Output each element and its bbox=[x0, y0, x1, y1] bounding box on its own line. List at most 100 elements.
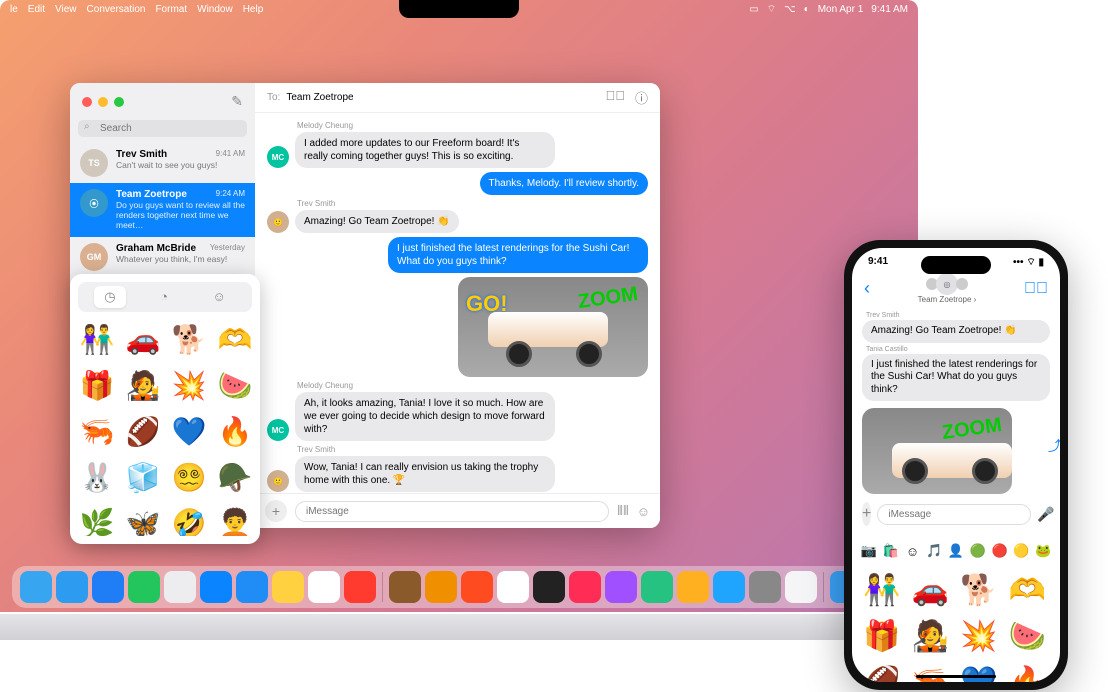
message-input[interactable] bbox=[295, 501, 609, 522]
ios-messages[interactable]: Trev SmithAmazing! Go Team Zoetrope! 👏Ta… bbox=[852, 308, 1060, 406]
menu-item[interactable]: Edit bbox=[28, 4, 45, 15]
mic-icon[interactable]: 🎤 bbox=[1037, 506, 1054, 523]
dock-app[interactable] bbox=[497, 571, 529, 603]
sticker-item[interactable]: 🔥 bbox=[1008, 662, 1048, 682]
sticker-item[interactable]: 💥 bbox=[170, 366, 208, 404]
sticker-item[interactable]: 🤣 bbox=[170, 504, 208, 536]
message-bubble[interactable]: Ah, it looks amazing, Tania! I love it s… bbox=[295, 392, 555, 441]
sticker-item[interactable]: 🧑‍🎤 bbox=[124, 366, 162, 404]
dock-app[interactable] bbox=[713, 571, 745, 603]
sticker-item[interactable]: 🧑‍🎤 bbox=[911, 616, 951, 656]
sticker-item[interactable]: 🚗 bbox=[124, 320, 162, 358]
sticker-item[interactable]: 🔥 bbox=[216, 412, 252, 450]
minimize-button[interactable] bbox=[98, 97, 108, 107]
menu-item[interactable]: Help bbox=[243, 4, 264, 15]
app-icon[interactable]: 🐸 bbox=[1032, 540, 1054, 562]
message-bubble[interactable]: I just finished the latest renderings fo… bbox=[862, 354, 1050, 402]
dock-app[interactable] bbox=[56, 571, 88, 603]
menu-item[interactable]: Conversation bbox=[87, 4, 146, 15]
sticker-item[interactable]: 🏈 bbox=[862, 662, 902, 682]
apps-button[interactable]: + bbox=[265, 500, 287, 522]
app-icon[interactable]: 📷 bbox=[858, 540, 880, 562]
conversation-item[interactable]: GM Graham McBrideYesterday Whatever you … bbox=[70, 237, 255, 277]
sticker-item[interactable]: 🎁 bbox=[78, 366, 116, 404]
dock-app[interactable] bbox=[272, 571, 304, 603]
sticker-item[interactable]: 🫶 bbox=[1008, 570, 1048, 610]
home-indicator[interactable] bbox=[916, 675, 996, 678]
sticker-item[interactable]: 🐕 bbox=[959, 570, 999, 610]
dock-app[interactable] bbox=[677, 571, 709, 603]
dock-app[interactable] bbox=[785, 571, 817, 603]
dock-app[interactable] bbox=[461, 571, 493, 603]
apps-button[interactable]: + bbox=[862, 502, 871, 526]
sticker-item[interactable]: 🎁 bbox=[862, 616, 902, 656]
sticker-item[interactable]: 🌿 bbox=[78, 504, 116, 536]
app-icon[interactable]: 🟢 bbox=[967, 540, 989, 562]
sticker-item[interactable]: 💥 bbox=[959, 616, 999, 656]
sticker-item[interactable]: 🐰 bbox=[78, 458, 116, 496]
menubar-time[interactable]: 9:41 AM bbox=[871, 4, 908, 15]
back-button[interactable]: ‹ bbox=[864, 278, 870, 299]
wifi-icon[interactable]: ⌔ bbox=[767, 3, 776, 16]
info-icon[interactable]: ⓘ bbox=[635, 88, 648, 107]
message-bubble[interactable]: Thanks, Melody. I'll review shortly. bbox=[480, 172, 648, 195]
ios-message-input[interactable] bbox=[877, 504, 1031, 525]
search-input[interactable] bbox=[78, 120, 247, 137]
image-attachment[interactable]: GO!ZOOM bbox=[458, 277, 648, 377]
menu-item[interactable]: Window bbox=[197, 4, 233, 15]
messages-scroll[interactable]: Melody CheungMCI added more updates to o… bbox=[255, 113, 660, 493]
dock-app[interactable] bbox=[749, 571, 781, 603]
dock-app[interactable] bbox=[605, 571, 637, 603]
dock-app[interactable] bbox=[389, 571, 421, 603]
message-bubble[interactable]: Amazing! Go Team Zoetrope! 👏 bbox=[295, 210, 459, 233]
dock-app[interactable] bbox=[425, 571, 457, 603]
control-center-icon[interactable]: ⌥ bbox=[784, 4, 796, 15]
app-icon[interactable]: 🔴 bbox=[989, 540, 1011, 562]
dock-app[interactable] bbox=[164, 571, 196, 603]
app-icon[interactable]: 👤 bbox=[945, 540, 967, 562]
conversation-item[interactable]: ⦿ Team Zoetrope9:24 AM Do you guys want … bbox=[70, 183, 255, 237]
dock-app[interactable] bbox=[236, 571, 268, 603]
sticker-item[interactable]: 😵‍💫 bbox=[170, 458, 208, 496]
sticker-item[interactable]: 🧑‍🦱 bbox=[216, 504, 252, 536]
sticker-item[interactable]: 🧊 bbox=[124, 458, 162, 496]
group-header[interactable]: ◎ Team Zoetrope › bbox=[918, 273, 977, 304]
menubar-date[interactable]: Mon Apr 1 bbox=[818, 4, 864, 15]
tab-recents[interactable]: ◷ bbox=[94, 286, 125, 308]
facetime-icon[interactable]: ▭⃞ bbox=[605, 88, 625, 107]
battery-icon[interactable]: ▭ bbox=[749, 4, 758, 15]
menu-item[interactable]: Format bbox=[155, 4, 187, 15]
sticker-item[interactable]: 👫 bbox=[78, 320, 116, 358]
facetime-icon[interactable]: ▭⃞ bbox=[1024, 280, 1048, 298]
image-attachment[interactable]: ZOOM bbox=[862, 408, 1012, 494]
sticker-item[interactable]: 🪖 bbox=[216, 458, 252, 496]
dock-app[interactable] bbox=[92, 571, 124, 603]
app-icon[interactable]: 🛍️ bbox=[880, 540, 902, 562]
compose-icon[interactable]: ✎ bbox=[231, 93, 243, 110]
dock-app[interactable] bbox=[641, 571, 673, 603]
sticker-item[interactable]: 💙 bbox=[170, 412, 208, 450]
app-icon[interactable]: 🎵 bbox=[923, 540, 945, 562]
sticker-item[interactable]: 👫 bbox=[862, 570, 902, 610]
tab-emoji[interactable]: ☺ bbox=[202, 286, 235, 308]
dock-app[interactable] bbox=[569, 571, 601, 603]
tab-stickers[interactable]: ◔ bbox=[150, 286, 178, 308]
dock-app[interactable] bbox=[20, 571, 52, 603]
audio-record-icon[interactable]: ⦀⦀ bbox=[617, 503, 628, 519]
dock-app[interactable] bbox=[533, 571, 565, 603]
dock-app[interactable] bbox=[128, 571, 160, 603]
to-value[interactable]: Team Zoetrope bbox=[286, 92, 353, 103]
menu-item[interactable]: View bbox=[55, 4, 77, 15]
menu-item[interactable]: le bbox=[10, 4, 18, 15]
message-bubble[interactable]: Wow, Tania! I can really envision us tak… bbox=[295, 456, 555, 492]
message-bubble[interactable]: Amazing! Go Team Zoetrope! 👏 bbox=[862, 320, 1050, 343]
sticker-item[interactable]: 🦐 bbox=[78, 412, 116, 450]
message-bubble[interactable]: I added more updates to our Freeform boa… bbox=[295, 132, 555, 168]
app-icon[interactable]: 🟡 bbox=[1010, 540, 1032, 562]
dock-app[interactable] bbox=[200, 571, 232, 603]
fullscreen-button[interactable] bbox=[114, 97, 124, 107]
sticker-item[interactable]: 🐕 bbox=[170, 320, 208, 358]
sticker-item[interactable]: 💙 bbox=[959, 662, 999, 682]
sticker-item[interactable]: 🦋 bbox=[124, 504, 162, 536]
sticker-item[interactable]: 🍉 bbox=[1008, 616, 1048, 656]
